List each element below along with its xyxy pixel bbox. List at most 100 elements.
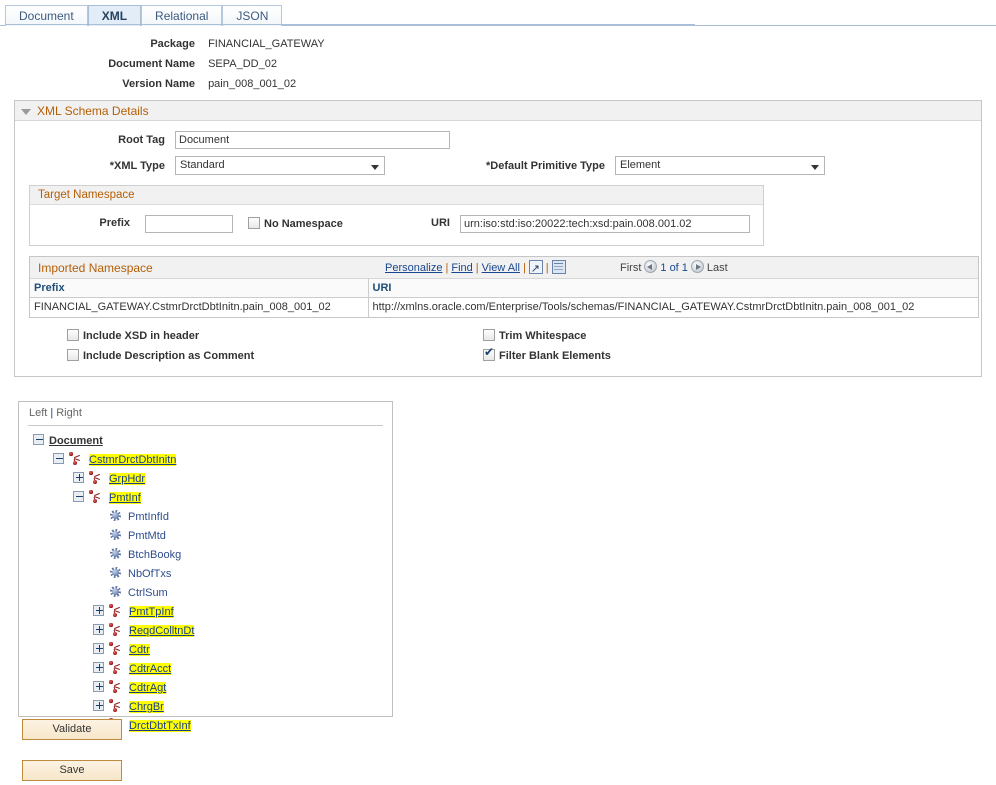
tree-expand-icon[interactable] <box>93 700 104 711</box>
personalize-link[interactable]: Personalize <box>385 262 442 274</box>
tree-node: CdtrAgt <box>19 679 392 698</box>
first-label[interactable]: First <box>620 262 641 274</box>
tree-node: PmtInfId <box>19 508 392 527</box>
save-button[interactable]: Save <box>22 760 122 781</box>
schema-options: Include XSD in headerInclude Description… <box>15 326 981 368</box>
tree-node-label: NbOfTxs <box>128 568 171 580</box>
tab-xml[interactable]: XML <box>88 5 141 26</box>
xml-type-row: *XML Type Standard *Default Primitive Ty… <box>15 155 981 181</box>
tree-collapse-icon[interactable] <box>33 434 44 445</box>
tree-expand-icon[interactable] <box>93 681 104 692</box>
target-namespace-group: Target Namespace Prefix No Namespace URI… <box>29 185 764 246</box>
checkbox-filter-blank-elements[interactable] <box>483 349 495 361</box>
tree-collapse-icon[interactable] <box>53 453 64 464</box>
root-tag-row: Root Tag Document <box>15 129 981 155</box>
tree-node-label[interactable]: DrctDbtTxInf <box>129 720 191 732</box>
xml-schema-details-panel: XML Schema Details Root Tag Document *XM… <box>14 100 982 377</box>
page-count: 1 of 1 <box>660 262 688 274</box>
complex-node-icon <box>109 604 124 617</box>
tree-node-label[interactable]: GrpHdr <box>109 473 145 485</box>
checkbox-include-xsd-in-header[interactable] <box>67 329 79 341</box>
option-row[interactable]: Include XSD in header <box>67 326 254 346</box>
default-primitive-type-select[interactable]: Element <box>615 156 825 175</box>
complex-node-icon <box>89 490 104 503</box>
checkbox-trim-whitespace[interactable] <box>483 329 495 341</box>
tab-document[interactable]: Document <box>5 5 88 26</box>
tree-expand-icon[interactable] <box>93 643 104 654</box>
last-label[interactable]: Last <box>707 262 728 274</box>
version-name-value: pain_008_001_02 <box>208 74 296 94</box>
download-grid-icon[interactable] <box>552 260 566 274</box>
tree-expand-icon[interactable] <box>93 662 104 673</box>
tree-node-label[interactable]: ReqdColltnDt <box>129 625 194 637</box>
find-link[interactable]: Find <box>451 262 472 274</box>
tree-node-label[interactable]: CdtrAgt <box>129 682 166 694</box>
imported-namespace-table: PrefixURI FINANCIAL_GATEWAY.CstmrDrctDbt… <box>30 279 978 317</box>
imported-namespace-grid: Imported Namespace Personalize|Find|View… <box>29 256 979 318</box>
tree-node-label: BtchBookg <box>128 549 181 561</box>
tree-node: ReqdColltnDt <box>19 622 392 641</box>
complex-node-icon <box>109 623 124 636</box>
uri-input[interactable]: urn:iso:std:iso:20022:tech:xsd:pain.008.… <box>460 215 750 233</box>
tree-node-label[interactable]: CdtrAcct <box>129 663 171 675</box>
tree-node-label[interactable]: PmtTpInf <box>129 606 174 618</box>
xml-type-label: *XML Type <box>55 160 165 172</box>
validate-button[interactable]: Validate <box>22 719 122 740</box>
tree-node-label[interactable]: ChrgBr <box>129 701 164 713</box>
simple-node-icon <box>109 547 122 560</box>
tree-expand-icon[interactable] <box>93 605 104 616</box>
view-all-link[interactable]: View All <box>482 262 520 274</box>
complex-node-icon <box>89 471 104 484</box>
target-namespace-body: Prefix No Namespace URI urn:iso:std:iso:… <box>30 205 763 245</box>
no-namespace-label: No Namespace <box>264 218 343 230</box>
tree-node: GrpHdr <box>19 470 392 489</box>
tree-left-link[interactable]: Left <box>29 407 47 419</box>
tab-bar-underline <box>5 24 695 25</box>
schema-options-left: Include XSD in headerInclude Description… <box>67 326 254 366</box>
simple-node-icon <box>109 528 122 541</box>
tab-json[interactable]: JSON <box>222 5 282 26</box>
tab-relational[interactable]: Relational <box>141 5 222 26</box>
xml-type-value: Standard <box>180 159 225 171</box>
option-row[interactable]: Filter Blank Elements <box>483 346 611 366</box>
prefix-input[interactable] <box>145 215 233 233</box>
chevron-down-icon <box>811 165 819 170</box>
tree-node-label[interactable]: CstmrDrctDbtInitn <box>89 454 176 466</box>
tree-node-label[interactable]: Cdtr <box>129 644 150 656</box>
simple-node-icon <box>109 509 122 522</box>
tree-right-link[interactable]: Right <box>56 407 82 419</box>
tree-node-label[interactable]: Document <box>49 435 103 447</box>
table-row: FINANCIAL_GATEWAY.CstmrDrctDbtInitn.pain… <box>30 297 978 317</box>
no-namespace-checkbox[interactable] <box>248 217 260 229</box>
tree-node: Cdtr <box>19 641 392 660</box>
no-namespace-checkbox-wrap[interactable]: No Namespace <box>248 217 343 230</box>
package-row: Package FINANCIAL_GATEWAY <box>0 34 996 54</box>
tab-bar: DocumentXMLRelationalJSON <box>0 0 996 26</box>
checkbox-label: Trim Whitespace <box>499 330 586 342</box>
tree-expand-icon[interactable] <box>73 472 84 483</box>
tree-node-label: PmtMtd <box>128 530 166 542</box>
column-header-prefix: Prefix <box>30 279 368 297</box>
tree-node: CdtrAcct <box>19 660 392 679</box>
tree-expand-icon[interactable] <box>93 624 104 635</box>
previous-page-icon[interactable] <box>644 260 657 273</box>
tree-node: PmtInf <box>19 489 392 508</box>
tree-collapse-icon[interactable] <box>73 491 84 502</box>
option-row[interactable]: Trim Whitespace <box>483 326 611 346</box>
zoom-expand-icon[interactable] <box>529 260 543 274</box>
collapse-caret-icon[interactable] <box>21 109 31 115</box>
tree-node: PmtMtd <box>19 527 392 546</box>
tree-node-label[interactable]: PmtInf <box>109 492 141 504</box>
root-tag-input[interactable]: Document <box>175 131 450 149</box>
tree-node-label: PmtInfId <box>128 511 169 523</box>
xml-type-select[interactable]: Standard <box>175 156 385 175</box>
checkbox-include-description-as-comment[interactable] <box>67 349 79 361</box>
option-row[interactable]: Include Description as Comment <box>67 346 254 366</box>
tree-alignment-links: Left|Right <box>19 402 392 419</box>
tree-node-label: CtrlSum <box>128 587 168 599</box>
version-name-label: Version Name <box>0 74 205 94</box>
package-label: Package <box>0 34 205 54</box>
next-page-icon[interactable] <box>691 260 704 273</box>
cell-prefix: FINANCIAL_GATEWAY.CstmrDrctDbtInitn.pain… <box>30 297 368 317</box>
complex-node-icon <box>109 661 124 674</box>
